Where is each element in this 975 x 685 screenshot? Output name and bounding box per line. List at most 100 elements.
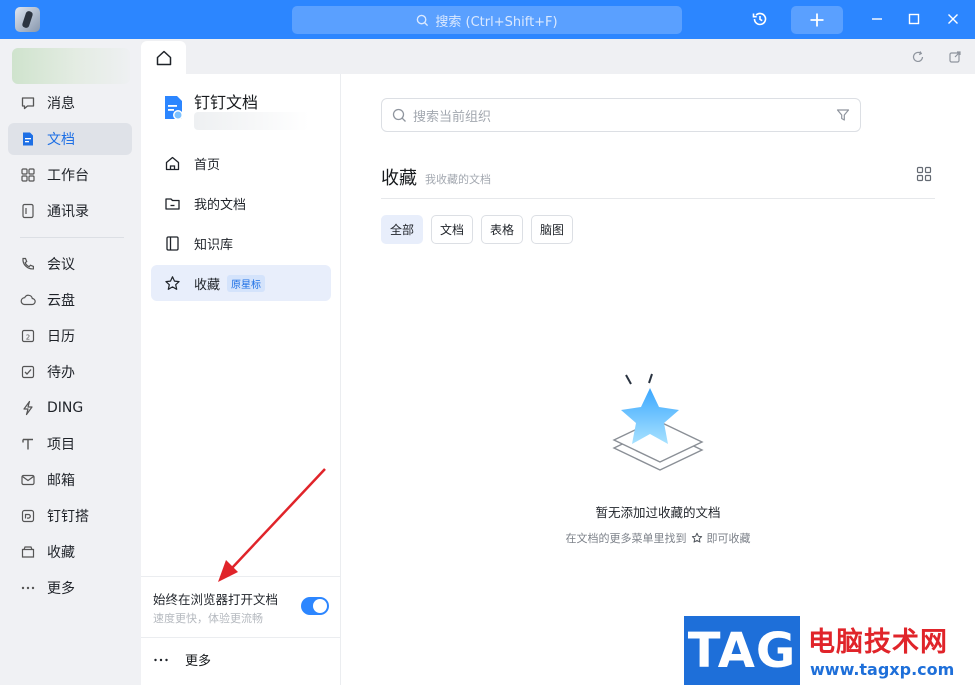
docnav-item-label: 知识库 bbox=[194, 237, 234, 253]
global-search-input[interactable]: 搜索 (Ctrl+Shift+F) bbox=[292, 6, 682, 34]
watermark-site-name: 电脑技术网 bbox=[808, 627, 948, 658]
left-rail: 消息 文档 工作台 通讯录 会议 云盘 2 日历 待办 DING 项目 邮箱 钉… bbox=[0, 39, 141, 685]
rail-item-label: 日历 bbox=[47, 329, 75, 345]
organization-switcher[interactable] bbox=[12, 48, 130, 84]
open-external-icon[interactable] bbox=[948, 50, 962, 68]
empty-hint-after: 即可收藏 bbox=[706, 532, 751, 545]
star-icon bbox=[165, 275, 180, 290]
refresh-icon[interactable] bbox=[911, 50, 925, 68]
rail-item-calendar[interactable]: 2 日历 bbox=[8, 320, 132, 352]
close-icon[interactable] bbox=[942, 8, 964, 30]
star-icon bbox=[691, 532, 702, 543]
rail-item-label: 会议 bbox=[47, 257, 75, 273]
watermark-logo: TAG bbox=[684, 616, 800, 685]
docs-org-name bbox=[194, 112, 309, 130]
rail-item-todo[interactable]: 待办 bbox=[8, 356, 132, 388]
minimize-icon[interactable] bbox=[866, 8, 888, 30]
rail-item-label: 待办 bbox=[47, 365, 75, 381]
rail-item-builder[interactable]: 钉钉搭 bbox=[8, 500, 132, 532]
docnav-item-my-docs[interactable]: 我的文档 bbox=[151, 185, 331, 221]
rail-item-project[interactable]: 项目 bbox=[8, 428, 132, 460]
rail-item-label: 云盘 bbox=[47, 293, 75, 309]
calendar-icon: 2 bbox=[21, 329, 35, 343]
docnav-item-knowledge-base[interactable]: 知识库 bbox=[151, 225, 331, 261]
section-subtitle: 我收藏的文档 bbox=[425, 173, 491, 186]
docnav-more-button[interactable]: 更多 bbox=[153, 650, 211, 669]
filter-icon[interactable] bbox=[836, 108, 850, 122]
favorites-icon bbox=[21, 546, 35, 558]
rail-item-cloud[interactable]: 云盘 bbox=[8, 284, 132, 316]
rail-item-label: 钉钉搭 bbox=[47, 509, 89, 525]
rail-item-meeting[interactable]: 会议 bbox=[8, 248, 132, 280]
rail-item-label: DING bbox=[47, 400, 84, 416]
section-title: 收藏 bbox=[381, 168, 417, 189]
docnav-item-home[interactable]: 首页 bbox=[151, 145, 331, 181]
rail-item-more[interactable]: 更多 bbox=[8, 572, 132, 604]
filter-chip-all[interactable]: 全部 bbox=[381, 215, 423, 244]
docnav-item-favorites[interactable]: 收藏 原星标 bbox=[151, 265, 331, 301]
document-icon bbox=[23, 132, 33, 146]
filter-chip-docs[interactable]: 文档 bbox=[431, 215, 473, 244]
nav-badge: 原星标 bbox=[227, 274, 266, 292]
docs-sidebar: 钉钉文档 首页 我的文档 知识库 收藏 原星标 始终在浏览器打开文档 速度更快，… bbox=[141, 74, 341, 685]
message-icon bbox=[21, 97, 35, 110]
empty-favorites-illustration bbox=[606, 372, 716, 492]
org-search-input[interactable]: 搜索当前组织 bbox=[381, 98, 861, 132]
cloud-icon bbox=[20, 294, 36, 306]
org-search-placeholder: 搜索当前组织 bbox=[413, 109, 492, 125]
global-search-placeholder: 搜索 (Ctrl+Shift+F) bbox=[435, 14, 558, 30]
open-in-browser-toggle[interactable] bbox=[301, 597, 329, 615]
book-icon bbox=[166, 235, 179, 251]
open-in-browser-label: 始终在浏览器打开文档 bbox=[153, 592, 279, 607]
docnav-item-label: 我的文档 bbox=[194, 197, 247, 213]
section-divider bbox=[381, 198, 935, 199]
more-icon bbox=[154, 658, 168, 661]
tab-home[interactable] bbox=[141, 41, 186, 74]
rail-item-label: 邮箱 bbox=[47, 473, 75, 489]
rail-item-label: 项目 bbox=[47, 437, 75, 453]
watermark-text: 电脑技术网 www.tagxp.com bbox=[800, 616, 975, 685]
docnav-item-label: 收藏 bbox=[194, 277, 221, 293]
rail-item-workbench[interactable]: 工作台 bbox=[8, 159, 132, 191]
contacts-icon bbox=[22, 203, 34, 219]
empty-state-hint: 在文档的更多菜单里找到 即可收藏 bbox=[341, 530, 975, 546]
more-icon bbox=[21, 586, 35, 590]
rail-item-documents[interactable]: 文档 bbox=[8, 123, 132, 155]
watermark-url: www.tagxp.com bbox=[810, 660, 955, 679]
empty-hint-before: 在文档的更多菜单里找到 bbox=[565, 532, 687, 545]
docnav-item-label: 首页 bbox=[194, 157, 221, 173]
empty-state-title: 暂无添加过收藏的文档 bbox=[595, 505, 721, 520]
rail-item-label: 文档 bbox=[47, 132, 75, 148]
svg-text:2: 2 bbox=[26, 334, 30, 342]
docs-logo-icon bbox=[163, 95, 185, 125]
project-icon bbox=[22, 438, 33, 450]
app-logo[interactable] bbox=[15, 7, 40, 32]
main-panel: 搜索当前组织 收藏 我收藏的文档 全部 文档 表格 脑图 暂无添加过收藏的文档 … bbox=[341, 74, 975, 685]
rail-item-mail[interactable]: 邮箱 bbox=[8, 464, 132, 496]
workbench-icon bbox=[21, 168, 35, 182]
rail-item-label: 工作台 bbox=[47, 168, 89, 184]
grid-view-icon[interactable] bbox=[916, 166, 932, 186]
todo-icon bbox=[21, 365, 35, 379]
open-in-browser-hint: 速度更快，体验更流畅 bbox=[153, 612, 263, 625]
rail-item-favorites[interactable]: 收藏 bbox=[8, 536, 132, 568]
home-icon bbox=[156, 50, 171, 65]
search-icon bbox=[392, 108, 406, 122]
rail-item-contacts[interactable]: 通讯录 bbox=[8, 195, 132, 227]
docnav-divider bbox=[141, 637, 340, 638]
rail-item-messages[interactable]: 消息 bbox=[8, 87, 132, 119]
add-button[interactable] bbox=[791, 6, 843, 34]
rail-item-ding[interactable]: DING bbox=[8, 392, 132, 424]
filter-chip-mindmaps[interactable]: 脑图 bbox=[531, 215, 573, 244]
filter-chip-sheets[interactable]: 表格 bbox=[481, 215, 523, 244]
builder-icon bbox=[21, 509, 35, 523]
folder-icon bbox=[165, 197, 180, 210]
plus-icon bbox=[810, 13, 824, 27]
docnav-more-label: 更多 bbox=[185, 654, 212, 669]
tab-strip bbox=[141, 39, 975, 74]
docnav-divider bbox=[141, 576, 340, 577]
rail-item-label: 消息 bbox=[47, 96, 75, 112]
history-icon[interactable] bbox=[749, 8, 771, 30]
maximize-icon[interactable] bbox=[903, 8, 925, 30]
mail-icon bbox=[21, 474, 35, 486]
